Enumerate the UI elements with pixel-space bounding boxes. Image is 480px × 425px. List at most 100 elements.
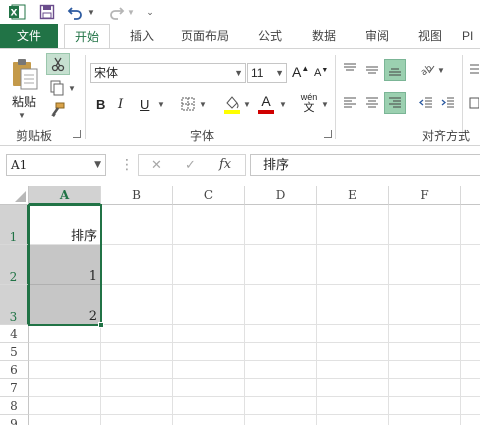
copy-dropdown-icon[interactable]: ▼ xyxy=(68,84,76,93)
row-header-6[interactable]: 6 xyxy=(0,361,29,379)
phonetic-char: 文 xyxy=(303,102,315,114)
column-header-b[interactable]: B xyxy=(101,186,173,205)
grow-font-button[interactable]: A▲ xyxy=(292,64,309,80)
font-color-dropdown-icon[interactable]: ▼ xyxy=(279,100,287,109)
italic-button[interactable]: I xyxy=(118,97,123,112)
name-box-value: A1 xyxy=(11,158,28,172)
underline-dropdown-icon[interactable]: ▼ xyxy=(157,100,165,109)
font-size-combo[interactable]: 11 ▼ xyxy=(247,63,287,83)
insert-function-icon[interactable]: fx xyxy=(219,157,231,172)
column-header-e[interactable]: E xyxy=(317,186,389,205)
alignment-group-label: 对齐方式 xyxy=(422,129,471,143)
formula-bar-grip-icon: ⋮ xyxy=(120,156,134,172)
customize-qat-icon[interactable]: ⌄ xyxy=(144,3,156,21)
row-header-8[interactable]: 8 xyxy=(0,397,29,415)
formula-bar: A1 ▼ ⋮ ✕ ✓ fx 排序 xyxy=(0,146,480,186)
column-header-g[interactable] xyxy=(461,186,480,205)
borders-icon[interactable] xyxy=(180,96,196,112)
phonetic-guide-button[interactable]: wén 文 xyxy=(298,92,320,114)
font-name-combo[interactable]: 宋体 ▼ xyxy=(90,63,246,83)
paste-button[interactable]: 粘贴 xyxy=(12,93,36,110)
fill-handle[interactable] xyxy=(98,322,104,328)
redo-dropdown-icon[interactable]: ▼ xyxy=(126,3,136,21)
increase-indent-icon[interactable] xyxy=(440,95,456,111)
chevron-down-icon: ▼ xyxy=(94,160,101,170)
undo-dropdown-icon[interactable]: ▼ xyxy=(86,3,96,21)
bold-button[interactable]: B xyxy=(96,97,105,112)
row-header-1[interactable]: 1 xyxy=(0,205,29,245)
orientation-icon[interactable]: ab xyxy=(418,61,436,77)
copy-icon[interactable] xyxy=(48,79,66,97)
column-header-d[interactable]: D xyxy=(245,186,317,205)
paste-label: 粘贴 xyxy=(12,95,37,109)
row-header-2[interactable]: 2 xyxy=(0,245,29,285)
row-line xyxy=(29,414,480,415)
row-line xyxy=(29,342,480,343)
tab-home[interactable]: 开始 xyxy=(64,24,110,48)
grow-font-icon: A xyxy=(292,64,302,80)
align-bottom-icon[interactable] xyxy=(384,59,406,81)
group-separator xyxy=(85,55,86,139)
row-header-5[interactable]: 5 xyxy=(0,343,29,361)
borders-dropdown-icon[interactable]: ▼ xyxy=(199,100,207,109)
font-color-icon: A xyxy=(261,93,271,109)
column-header-a[interactable]: A xyxy=(29,186,101,205)
fill-color-dropdown-icon[interactable]: ▼ xyxy=(243,100,251,109)
align-right-icon[interactable] xyxy=(384,92,406,114)
formula-input[interactable]: 排序 xyxy=(250,154,480,176)
wrap-text-icon[interactable] xyxy=(468,61,480,77)
name-box[interactable]: A1 ▼ xyxy=(6,154,106,176)
tab-data[interactable]: 数据 xyxy=(302,24,346,48)
select-all-corner[interactable] xyxy=(0,186,29,205)
underline-button[interactable]: U xyxy=(140,97,149,112)
tab-file[interactable]: 文件 xyxy=(0,24,58,48)
tab-review[interactable]: 审阅 xyxy=(355,24,399,48)
row-line xyxy=(29,378,480,379)
align-top-icon[interactable] xyxy=(342,61,358,77)
column-c xyxy=(173,205,245,425)
font-group-label: 字体 xyxy=(190,129,215,143)
clipboard-launcher-icon[interactable] xyxy=(73,130,81,138)
paste-dropdown-icon[interactable]: ▼ xyxy=(18,111,26,120)
save-icon[interactable] xyxy=(38,3,56,21)
chevron-down-icon: ▼ xyxy=(275,68,284,78)
align-center-icon[interactable] xyxy=(364,95,380,111)
cancel-icon[interactable]: ✕ xyxy=(151,157,162,173)
tab-formulas[interactable]: 公式 xyxy=(248,24,292,48)
redo-icon[interactable] xyxy=(106,3,126,21)
svg-text:X: X xyxy=(11,9,18,19)
align-left-icon[interactable] xyxy=(342,95,358,111)
cut-icon[interactable] xyxy=(46,53,70,75)
tab-more[interactable]: PI xyxy=(462,24,480,48)
phonetic-text: wén xyxy=(300,92,318,102)
enter-icon[interactable]: ✓ xyxy=(185,157,196,173)
align-middle-icon[interactable] xyxy=(364,61,380,77)
row-header-9[interactable]: 9 xyxy=(0,415,29,425)
column-header-f[interactable]: F xyxy=(389,186,461,205)
font-name-value: 宋体 xyxy=(94,66,119,80)
font-launcher-icon[interactable] xyxy=(324,130,332,138)
shrink-font-button[interactable]: A▼ xyxy=(314,67,328,79)
row-header-4[interactable]: 4 xyxy=(0,325,29,343)
paste-icon[interactable] xyxy=(8,55,42,93)
tab-insert[interactable]: 插入 xyxy=(120,24,164,48)
ribbon-home: 粘贴 ▼ ▼ 剪贴板 宋体 ▼ 11 ▼ A▲ A▼ B I U ▼ ▼ ▼ A ▼… xyxy=(0,48,480,146)
decrease-indent-icon[interactable] xyxy=(418,95,434,111)
row-line xyxy=(29,396,480,397)
column-header-c[interactable]: C xyxy=(173,186,245,205)
ribbon-tabs: 文件 开始 插入 页面布局 公式 数据 审阅 视图 PI xyxy=(0,24,480,48)
tab-view[interactable]: 视图 xyxy=(408,24,452,48)
merge-center-icon[interactable] xyxy=(468,95,480,111)
formula-buttons: ✕ ✓ fx xyxy=(138,154,246,176)
format-painter-icon[interactable] xyxy=(48,101,66,119)
fill-color-icon[interactable] xyxy=(222,93,242,115)
orientation-dropdown-icon[interactable]: ▼ xyxy=(437,66,445,75)
column-b xyxy=(101,205,173,425)
selection-border xyxy=(28,204,102,326)
undo-icon[interactable] xyxy=(66,3,86,21)
row-header-7[interactable]: 7 xyxy=(0,379,29,397)
row-header-3[interactable]: 3 xyxy=(0,285,29,325)
phonetic-dropdown-icon[interactable]: ▼ xyxy=(321,100,329,109)
tab-page-layout[interactable]: 页面布局 xyxy=(172,24,238,48)
font-color-button[interactable]: A xyxy=(258,93,274,115)
